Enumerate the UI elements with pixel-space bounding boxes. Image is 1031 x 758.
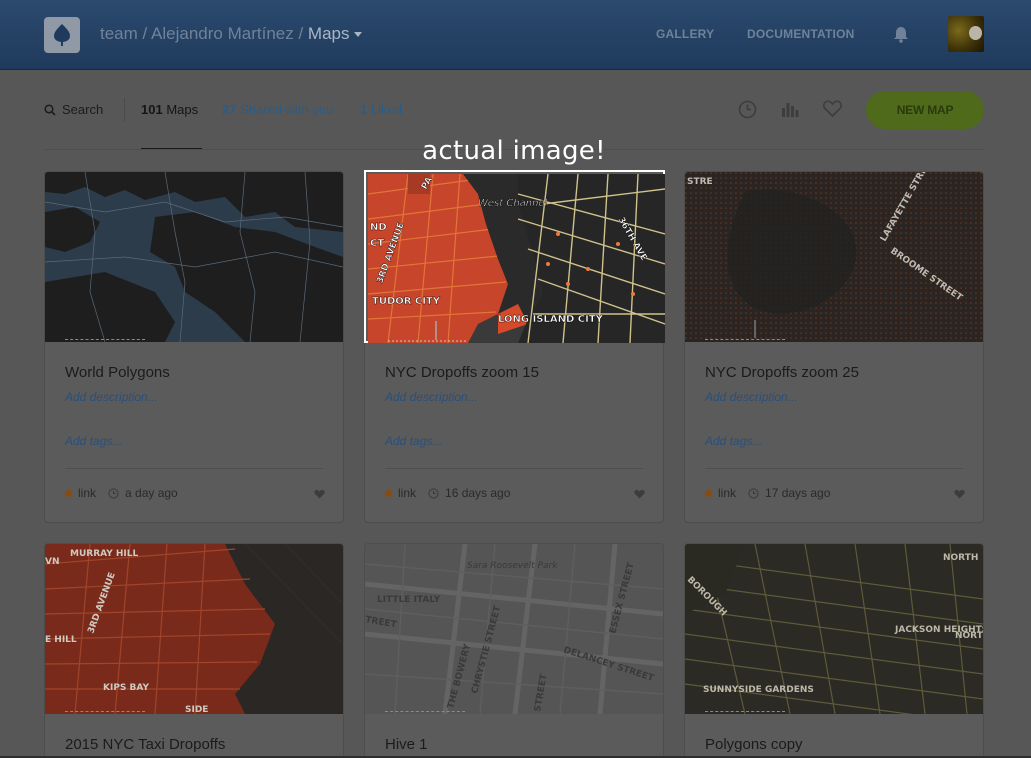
map-label: West Channel (478, 198, 548, 209)
breadcrumb: team / Alejandro Martínez / Maps (100, 24, 362, 44)
map-thumbnail[interactable] (45, 172, 343, 342)
add-tags-link[interactable]: Add tags... (65, 434, 122, 448)
highlighted-thumbnail[interactable]: PA West Channel 36TH AVE ND CT 3RD AVENU… (364, 170, 665, 343)
updated-time: 17 days ago (765, 486, 831, 500)
map-label: LONG ISLAND CITY (498, 314, 604, 325)
divider (65, 468, 323, 469)
map-label: NORT (955, 631, 983, 641)
privacy-label[interactable]: link (78, 486, 96, 500)
map-label: MURRAY HILL (70, 549, 138, 559)
map-card[interactable]: NORTH BOROUGH JACKSON HEIGHTS NORT SUNNY… (684, 543, 984, 758)
clock-icon[interactable] (738, 100, 757, 124)
nav-gallery[interactable]: GALLERY (656, 27, 714, 41)
map-label: ND (370, 222, 387, 233)
map-label: SUNNYSIDE GARDENS (703, 685, 814, 695)
heart-icon[interactable] (314, 486, 325, 504)
tab-shared-with-you[interactable]: 27 Shared with you (222, 102, 333, 117)
map-title[interactable]: Hive 1 (385, 736, 428, 753)
map-title[interactable]: Polygons copy (705, 736, 803, 753)
nav-documentation[interactable]: DOCUMENTATION (747, 27, 854, 41)
map-card[interactable]: MURRAY HILL VN 3RD AVENUE E HILL KIPS BA… (44, 543, 344, 758)
map-title[interactable]: World Polygons (65, 364, 170, 381)
updated-time: a day ago (125, 486, 178, 500)
add-description-link[interactable]: Add description... (65, 390, 158, 404)
map-label: STRE (687, 177, 713, 187)
divider (124, 98, 125, 122)
clock-icon (428, 487, 439, 499)
divider (705, 468, 963, 469)
map-label: TUDOR CITY (372, 296, 441, 307)
heart-icon[interactable] (954, 486, 965, 504)
add-tags-link[interactable]: Add tags... (705, 434, 762, 448)
breadcrumb-team[interactable]: team / (100, 24, 147, 43)
card-meta: link a day ago (65, 486, 178, 500)
map-thumbnail[interactable]: NORTH BOROUGH JACKSON HEIGHTS NORT SUNNY… (685, 544, 983, 714)
add-tags-link[interactable]: Add tags... (385, 434, 442, 448)
clock-icon (748, 487, 759, 499)
heart-icon[interactable] (823, 100, 842, 122)
breadcrumb-current[interactable]: Maps (308, 24, 362, 43)
avatar[interactable] (948, 16, 984, 52)
search-label: Search (62, 102, 104, 117)
add-description-link[interactable]: Add description... (385, 390, 478, 404)
new-map-button[interactable]: NEW MAP (866, 91, 984, 129)
privacy-dot-icon (705, 489, 712, 497)
map-label: NORTH (943, 553, 978, 563)
map-title[interactable]: NYC Dropoffs zoom 15 (385, 364, 539, 381)
map-logo-icon[interactable] (44, 17, 80, 53)
map-label: SIDE (185, 705, 208, 714)
add-description-link[interactable]: Add description... (705, 390, 798, 404)
map-label: VN (45, 557, 60, 567)
map-title[interactable]: NYC Dropoffs zoom 25 (705, 364, 859, 381)
annotation-text: actual image! (422, 136, 606, 166)
map-card[interactable]: Sara Roosevelt Park LITTLE ITALY TREET E… (364, 543, 664, 758)
bar-chart-icon[interactable] (781, 100, 799, 123)
map-label: CT (370, 238, 384, 249)
privacy-dot-icon (65, 489, 72, 497)
privacy-dot-icon (385, 489, 392, 497)
map-label: Sara Roosevelt Park (467, 561, 558, 571)
map-thumbnail[interactable]: STRE LAFAYETTE STREET BROOME STREET (685, 172, 983, 342)
map-label: LITTLE ITALY (377, 595, 441, 605)
clock-icon (108, 487, 119, 499)
search-icon (44, 103, 56, 116)
privacy-label[interactable]: link (398, 486, 416, 500)
map-card[interactable]: STRE LAFAYETTE STREET BROOME STREET NYC … (684, 171, 984, 523)
privacy-label[interactable]: link (718, 486, 736, 500)
tab-liked[interactable]: 1 Liked (360, 102, 402, 117)
breadcrumb-user[interactable]: Alejandro Martínez / (151, 24, 303, 43)
map-label: KIPS BAY (103, 683, 149, 693)
heart-icon[interactable] (634, 486, 645, 504)
map-card[interactable]: World Polygons Add description... Add ta… (44, 171, 344, 523)
card-meta: link 16 days ago (385, 486, 510, 500)
search-button[interactable]: Search (44, 102, 103, 117)
divider (385, 468, 643, 469)
chevron-down-icon (353, 32, 362, 38)
updated-time: 16 days ago (445, 486, 511, 500)
bell-icon[interactable] (893, 26, 909, 48)
top-header: team / Alejandro Martínez / Maps GALLERY… (0, 0, 1031, 70)
map-thumbnail[interactable]: MURRAY HILL VN 3RD AVENUE E HILL KIPS BA… (45, 544, 343, 714)
map-thumbnail[interactable]: Sara Roosevelt Park LITTLE ITALY TREET E… (365, 544, 663, 714)
map-label: E HILL (45, 635, 77, 645)
map-title[interactable]: 2015 NYC Taxi Dropoffs (65, 736, 225, 753)
card-meta: link 17 days ago (705, 486, 830, 500)
tab-maps[interactable]: 101 Maps (141, 102, 198, 117)
